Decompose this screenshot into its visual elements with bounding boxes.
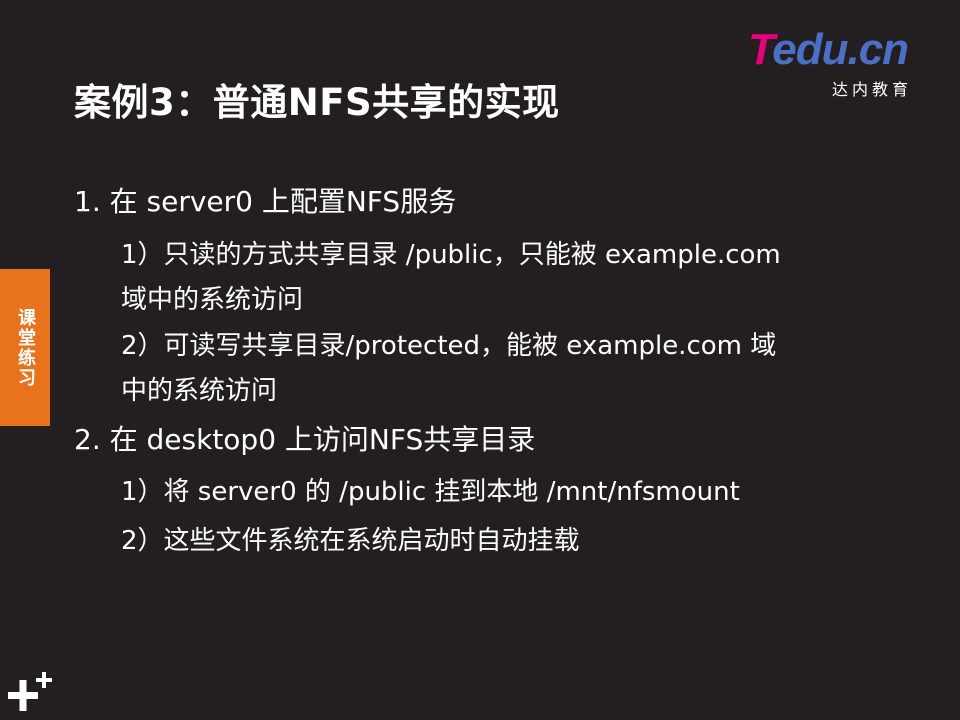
tedu-logo: Tedu.cn 达内教育: [748, 25, 938, 100]
logo-subtitle: 达内教育: [832, 80, 913, 99]
task-1-step-2-cont: 中的系统访问: [121, 376, 278, 406]
slide-title: 案例3：普通NFS共享的实现: [74, 81, 560, 124]
task-2-step-2: 2）这些文件系统在系统启动时自动挂载: [121, 526, 580, 556]
plus-icon: [6, 670, 54, 714]
task-1-heading: 1. 在 server0 上配置NFS服务: [74, 185, 457, 218]
side-tab-label: 课堂练习: [15, 307, 36, 388]
task-1-step-1-cont: 域中的系统访问: [121, 285, 304, 315]
side-tab: 课堂练习: [0, 269, 50, 426]
task-1-step-2: 2）可读写共享目录/protected，能被 example.com 域: [121, 331, 777, 361]
task-1-step-1: 1）只读的方式共享目录 /public，只能被 example.com: [121, 240, 781, 270]
logo-brand: Tedu.cn: [748, 25, 909, 74]
task-2-step-1: 1）将 server0 的 /public 挂到本地 /mnt/nfsmount: [121, 477, 740, 507]
task-2-heading: 2. 在 desktop0 上访问NFS共享目录: [74, 423, 536, 456]
